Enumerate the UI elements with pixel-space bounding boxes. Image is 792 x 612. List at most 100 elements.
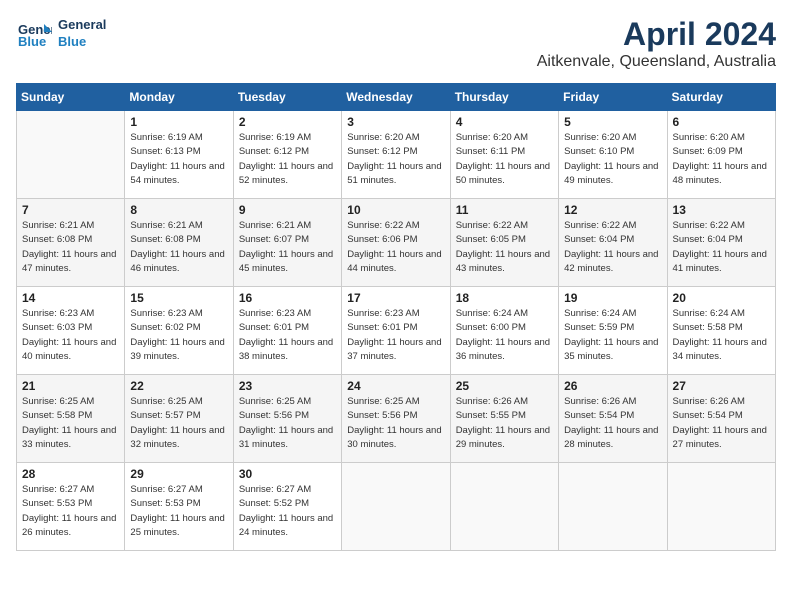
weekday-header: Saturday (667, 84, 775, 111)
day-info: Sunrise: 6:23 AMSunset: 6:03 PMDaylight:… (22, 307, 119, 364)
title-block: April 2024 Aitkenvale, Queensland, Austr… (537, 16, 776, 71)
day-number: 7 (22, 203, 119, 217)
weekday-header: Thursday (450, 84, 558, 111)
calendar-week-row: 7 Sunrise: 6:21 AMSunset: 6:08 PMDaylight… (17, 199, 776, 287)
calendar-cell: 10 Sunrise: 6:22 AMSunset: 6:06 PMDayligh… (342, 199, 450, 287)
day-info: Sunrise: 6:21 AMSunset: 6:07 PMDaylight:… (239, 219, 336, 276)
day-number: 10 (347, 203, 444, 217)
day-info: Sunrise: 6:23 AMSunset: 6:02 PMDaylight:… (130, 307, 227, 364)
calendar-cell: 25 Sunrise: 6:26 AMSunset: 5:55 PMDayligh… (450, 375, 558, 463)
calendar-cell: 7 Sunrise: 6:21 AMSunset: 6:08 PMDaylight… (17, 199, 125, 287)
day-number: 22 (130, 379, 227, 393)
calendar-cell: 19 Sunrise: 6:24 AMSunset: 5:59 PMDayligh… (559, 287, 667, 375)
weekday-header: Tuesday (233, 84, 341, 111)
weekday-header: Monday (125, 84, 233, 111)
header-row: SundayMondayTuesdayWednesdayThursdayFrid… (17, 84, 776, 111)
calendar-cell: 18 Sunrise: 6:24 AMSunset: 6:00 PMDayligh… (450, 287, 558, 375)
calendar-week-row: 28 Sunrise: 6:27 AMSunset: 5:53 PMDayligh… (17, 463, 776, 551)
calendar-body: 1Sunrise: 6:19 AMSunset: 6:13 PMDaylight… (17, 111, 776, 551)
day-info: Sunrise: 6:24 AMSunset: 5:59 PMDaylight:… (564, 307, 661, 364)
day-number: 18 (456, 291, 553, 305)
calendar-cell: 4 Sunrise: 6:20 AMSunset: 6:11 PMDaylight… (450, 111, 558, 199)
calendar-cell: 3Sunrise: 6:20 AMSunset: 6:12 PMDaylight… (342, 111, 450, 199)
calendar-cell: 12Sunrise: 6:22 AMSunset: 6:04 PMDayligh… (559, 199, 667, 287)
calendar-table: SundayMondayTuesdayWednesdayThursdayFrid… (16, 83, 776, 551)
day-number: 27 (673, 379, 770, 393)
day-number: 15 (130, 291, 227, 305)
location-title: Aitkenvale, Queensland, Australia (537, 53, 776, 71)
day-number: 30 (239, 467, 336, 481)
day-info: Sunrise: 6:27 AMSunset: 5:52 PMDaylight:… (239, 483, 336, 540)
calendar-cell: 5 Sunrise: 6:20 AMSunset: 6:10 PMDaylight… (559, 111, 667, 199)
day-info: Sunrise: 6:25 AMSunset: 5:56 PMDaylight:… (239, 395, 336, 452)
logo: General Blue General Blue (16, 16, 106, 52)
weekday-header: Sunday (17, 84, 125, 111)
day-number: 25 (456, 379, 553, 393)
day-number: 13 (673, 203, 770, 217)
calendar-cell: 14 Sunrise: 6:23 AMSunset: 6:03 PMDayligh… (17, 287, 125, 375)
day-info: Sunrise: 6:23 AMSunset: 6:01 PMDaylight:… (347, 307, 444, 364)
day-info: Sunrise: 6:25 AMSunset: 5:57 PMDaylight:… (130, 395, 227, 452)
day-number: 4 (456, 115, 553, 129)
calendar-cell (559, 463, 667, 551)
day-number: 29 (130, 467, 227, 481)
calendar-header: SundayMondayTuesdayWednesdayThursdayFrid… (17, 84, 776, 111)
month-title: April 2024 (537, 16, 776, 53)
day-info: Sunrise: 6:27 AMSunset: 5:53 PMDaylight:… (130, 483, 227, 540)
day-info: Sunrise: 6:20 AMSunset: 6:11 PMDaylight:… (456, 131, 553, 188)
day-number: 5 (564, 115, 661, 129)
day-info: Sunrise: 6:20 AMSunset: 6:09 PMDaylight:… (673, 131, 770, 188)
day-info: Sunrise: 6:22 AMSunset: 6:04 PMDaylight:… (673, 219, 770, 276)
logo-line1: General (58, 17, 106, 34)
day-info: Sunrise: 6:20 AMSunset: 6:10 PMDaylight:… (564, 131, 661, 188)
calendar-cell: 23 Sunrise: 6:25 AMSunset: 5:56 PMDayligh… (233, 375, 341, 463)
day-info: Sunrise: 6:27 AMSunset: 5:53 PMDaylight:… (22, 483, 119, 540)
day-info: Sunrise: 6:22 AMSunset: 6:04 PMDaylight:… (564, 219, 661, 276)
day-info: Sunrise: 6:22 AMSunset: 6:05 PMDaylight:… (456, 219, 553, 276)
calendar-cell: 13 Sunrise: 6:22 AMSunset: 6:04 PMDayligh… (667, 199, 775, 287)
svg-text:Blue: Blue (18, 34, 46, 49)
calendar-cell: 22 Sunrise: 6:25 AMSunset: 5:57 PMDayligh… (125, 375, 233, 463)
day-number: 23 (239, 379, 336, 393)
day-number: 28 (22, 467, 119, 481)
day-info: Sunrise: 6:21 AMSunset: 6:08 PMDaylight:… (22, 219, 119, 276)
day-info: Sunrise: 6:24 AMSunset: 6:00 PMDaylight:… (456, 307, 553, 364)
day-info: Sunrise: 6:23 AMSunset: 6:01 PMDaylight:… (239, 307, 336, 364)
day-number: 14 (22, 291, 119, 305)
calendar-cell: 28 Sunrise: 6:27 AMSunset: 5:53 PMDayligh… (17, 463, 125, 551)
day-info: Sunrise: 6:25 AMSunset: 5:56 PMDaylight:… (347, 395, 444, 452)
day-number: 16 (239, 291, 336, 305)
calendar-cell: 21 Sunrise: 6:25 AMSunset: 5:58 PMDayligh… (17, 375, 125, 463)
day-number: 24 (347, 379, 444, 393)
calendar-cell: 2Sunrise: 6:19 AMSunset: 6:12 PMDaylight… (233, 111, 341, 199)
calendar-cell (17, 111, 125, 199)
calendar-cell (667, 463, 775, 551)
day-number: 21 (22, 379, 119, 393)
calendar-cell: 29 Sunrise: 6:27 AMSunset: 5:53 PMDayligh… (125, 463, 233, 551)
day-number: 1 (130, 115, 227, 129)
day-number: 20 (673, 291, 770, 305)
day-number: 8 (130, 203, 227, 217)
day-number: 2 (239, 115, 336, 129)
day-info: Sunrise: 6:22 AMSunset: 6:06 PMDaylight:… (347, 219, 444, 276)
logo-line2: Blue (58, 34, 106, 51)
day-number: 19 (564, 291, 661, 305)
day-number: 3 (347, 115, 444, 129)
page-header: General Blue General Blue April 2024 Ait… (16, 16, 776, 71)
calendar-week-row: 21 Sunrise: 6:25 AMSunset: 5:58 PMDayligh… (17, 375, 776, 463)
day-info: Sunrise: 6:26 AMSunset: 5:54 PMDaylight:… (673, 395, 770, 452)
calendar-cell: 15 Sunrise: 6:23 AMSunset: 6:02 PMDayligh… (125, 287, 233, 375)
calendar-cell: 17Sunrise: 6:23 AMSunset: 6:01 PMDayligh… (342, 287, 450, 375)
calendar-cell (342, 463, 450, 551)
calendar-cell: 8Sunrise: 6:21 AMSunset: 6:08 PMDaylight… (125, 199, 233, 287)
day-info: Sunrise: 6:24 AMSunset: 5:58 PMDaylight:… (673, 307, 770, 364)
day-info: Sunrise: 6:25 AMSunset: 5:58 PMDaylight:… (22, 395, 119, 452)
day-info: Sunrise: 6:26 AMSunset: 5:55 PMDaylight:… (456, 395, 553, 452)
day-number: 9 (239, 203, 336, 217)
calendar-cell (450, 463, 558, 551)
weekday-header: Friday (559, 84, 667, 111)
calendar-week-row: 14 Sunrise: 6:23 AMSunset: 6:03 PMDayligh… (17, 287, 776, 375)
day-number: 26 (564, 379, 661, 393)
calendar-cell: 27 Sunrise: 6:26 AMSunset: 5:54 PMDayligh… (667, 375, 775, 463)
logo-icon: General Blue (16, 16, 52, 52)
